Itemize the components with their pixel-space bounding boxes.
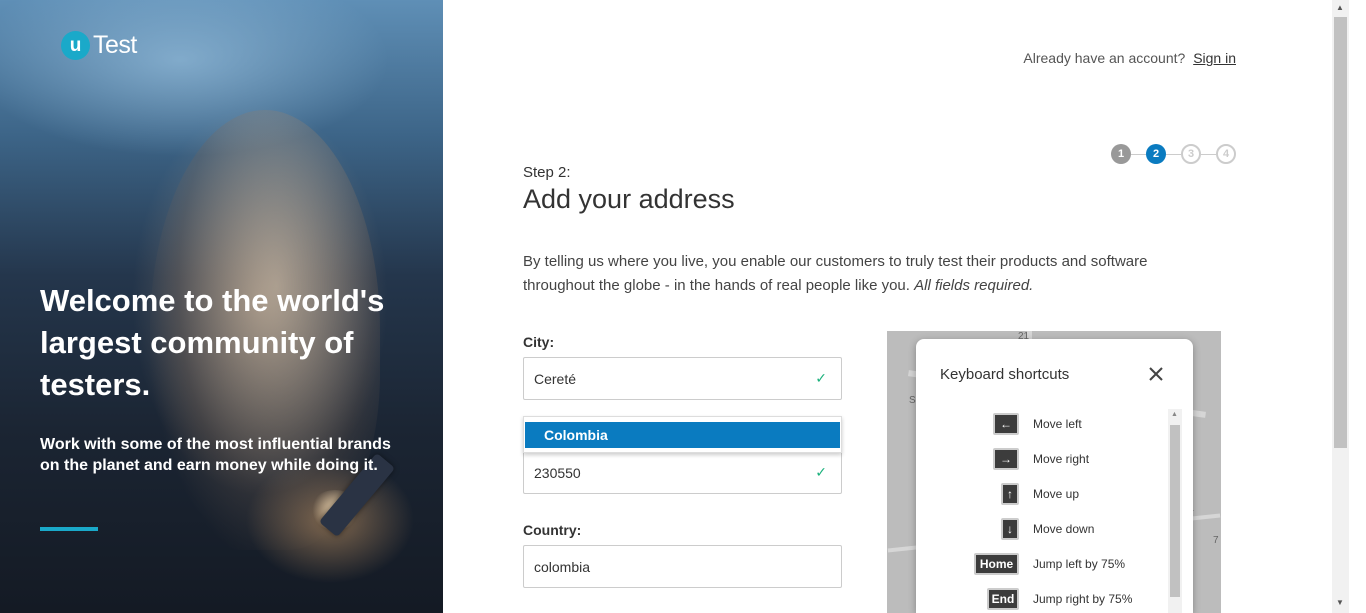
- city-field[interactable]: ✓: [523, 357, 842, 400]
- page-title: Add your address: [523, 184, 735, 214]
- hero-subtitle: Work with some of the most influential b…: [40, 436, 391, 474]
- scroll-down-icon[interactable]: ▼: [1336, 598, 1344, 607]
- country-suggestions: Colombia: [523, 416, 842, 453]
- home-key: Home: [974, 553, 1019, 575]
- check-icon: ✓: [815, 464, 827, 480]
- shortcut-label: Move left: [1033, 417, 1082, 431]
- shortcut-row: ↓ Move down: [916, 516, 1166, 542]
- intro-body: By telling us where you live, you enable…: [523, 253, 1148, 294]
- logo-mark: u: [61, 31, 90, 60]
- hero-accent-bar: [40, 527, 98, 531]
- sign-in-link[interactable]: Sign in: [1193, 50, 1236, 66]
- zip-input[interactable]: [534, 464, 804, 481]
- country-field[interactable]: [523, 545, 842, 588]
- country-input[interactable]: [534, 558, 804, 575]
- step-connector: [1131, 153, 1146, 155]
- utest-logo[interactable]: u Test: [61, 31, 137, 60]
- scroll-up-icon[interactable]: ▲: [1171, 411, 1178, 418]
- page-scrollbar[interactable]: ▲ ▼: [1332, 0, 1349, 613]
- step-1: 1: [1111, 144, 1131, 164]
- step-connector: [1201, 153, 1216, 155]
- step-label: Step 2:: [523, 164, 571, 181]
- scrollbar-thumb[interactable]: [1334, 17, 1347, 448]
- signin-prompt: Already have an account? Sign in: [1023, 50, 1236, 66]
- zip-field[interactable]: ✓: [523, 451, 842, 494]
- shortcut-row: Home Jump left by 75%: [916, 551, 1166, 577]
- map-label: S: [909, 395, 916, 406]
- signin-prompt-text: Already have an account?: [1023, 50, 1186, 66]
- shortcut-label: Move down: [1033, 522, 1095, 536]
- arrow-left-icon: ←: [993, 413, 1019, 435]
- end-key: End: [987, 588, 1019, 610]
- shortcut-label: Move up: [1033, 487, 1080, 501]
- map-label: 7: [1213, 535, 1219, 546]
- close-icon[interactable]: [1145, 363, 1167, 385]
- city-input[interactable]: [534, 370, 804, 387]
- shortcut-row: ← Move left: [916, 411, 1166, 437]
- step-2: 2: [1146, 144, 1166, 164]
- step-4: 4: [1216, 144, 1236, 164]
- scroll-up-icon[interactable]: ▲: [1336, 3, 1344, 12]
- hero-title: Welcome to the world's largest community…: [40, 283, 385, 402]
- shortcut-label: Move right: [1033, 452, 1090, 466]
- arrow-down-icon: ↓: [1001, 518, 1019, 540]
- step-indicator: 1 2 3 4: [1111, 144, 1236, 164]
- shortcut-label: Jump left by 75%: [1033, 557, 1126, 571]
- intro-required-note: All fields required.: [914, 277, 1034, 294]
- dialog-title: Keyboard shortcuts: [940, 366, 1070, 383]
- keyboard-shortcuts-dialog: Keyboard shortcuts ← Move left → Move ri…: [916, 339, 1193, 613]
- check-icon: ✓: [815, 370, 827, 386]
- city-label: City:: [523, 334, 555, 350]
- logo-text: Test: [93, 31, 137, 59]
- intro-text: By telling us where you live, you enable…: [523, 250, 1203, 298]
- shortcut-row: ↑ Move up: [916, 481, 1166, 507]
- scrollbar-thumb[interactable]: [1170, 425, 1180, 597]
- dialog-scrollbar[interactable]: ▲: [1168, 409, 1182, 613]
- arrow-up-icon: ↑: [1001, 483, 1019, 505]
- hero-panel: u Test Welcome to the world's largest co…: [0, 0, 443, 613]
- country-label: Country:: [523, 522, 582, 538]
- arrow-right-icon: →: [993, 448, 1019, 470]
- suggestion-item[interactable]: Colombia: [525, 422, 840, 448]
- shortcut-row: → Move right: [916, 446, 1166, 472]
- shortcut-label: Jump right by 75%: [1033, 592, 1133, 606]
- step-connector: [1166, 153, 1181, 155]
- shortcut-row: End Jump right by 75%: [916, 586, 1166, 612]
- step-3: 3: [1181, 144, 1201, 164]
